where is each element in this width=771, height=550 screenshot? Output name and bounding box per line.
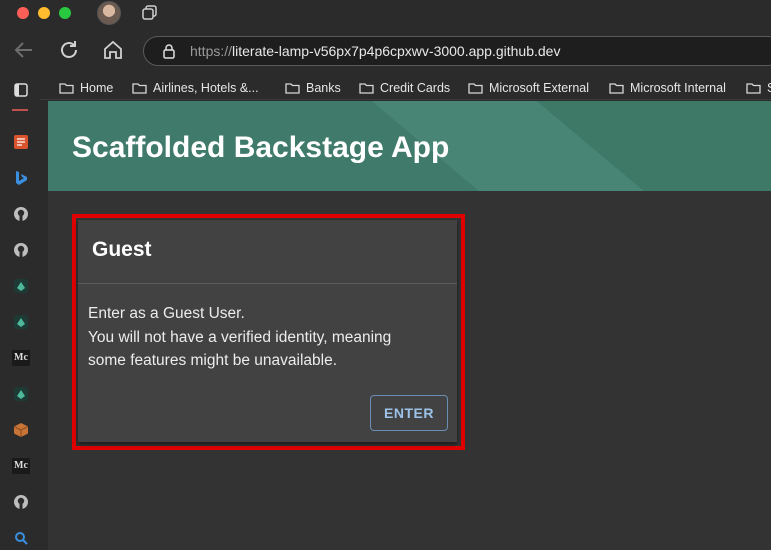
codespaces-icon[interactable] (13, 278, 29, 294)
bookmark-label: Airlines, Hotels &... (153, 81, 259, 95)
search-icon[interactable] (13, 530, 29, 546)
github-icon[interactable] (13, 206, 29, 222)
folder-icon (132, 83, 147, 94)
folder-icon (746, 83, 761, 94)
enter-button[interactable]: ENTER (370, 395, 448, 431)
page-content: Scaffolded Backstage App Guest Enter as … (48, 101, 771, 550)
medium-icon[interactable]: Mc (12, 458, 30, 474)
page-title: Scaffolded Backstage App (72, 131, 450, 164)
home-icon[interactable] (101, 38, 125, 62)
tab-indicator (12, 109, 28, 111)
card-divider (78, 283, 457, 284)
close-window-button[interactable] (17, 7, 29, 19)
lock-icon[interactable] (161, 43, 177, 59)
back-arrow-icon[interactable] (12, 38, 36, 62)
reload-icon[interactable] (57, 38, 81, 62)
bookmark-label: Microsoft Internal (630, 81, 726, 95)
bookmark-label: Microsoft External (489, 81, 590, 95)
box-icon[interactable] (13, 422, 29, 438)
bookmark-label: Credit Cards (380, 81, 451, 95)
codespaces-icon[interactable] (13, 314, 29, 330)
github-icon[interactable] (13, 242, 29, 258)
guest-sign-in-card: Guest Enter as a Guest User. You will no… (78, 220, 457, 442)
tabs-icon[interactable] (13, 82, 29, 98)
url-protocol: https:// (190, 43, 233, 59)
address-bar[interactable]: https://literate-lamp-v56px7p4p6cpxwv-30… (143, 36, 771, 66)
url-host: literate-lamp-v56px7p4p6cpxwv-3000.app.g… (232, 43, 561, 59)
vertical-tabs-sidebar: Mc Mc (0, 76, 40, 550)
codespaces-icon[interactable] (13, 386, 29, 402)
bookmark-label: Banks (306, 81, 341, 95)
github-icon[interactable] (13, 494, 29, 510)
browser-navbar: https://literate-lamp-v56px7p4p6cpxwv-30… (0, 26, 771, 76)
card-title: Guest (92, 238, 152, 261)
folder-icon (609, 83, 624, 94)
folder-icon (468, 83, 483, 94)
url-text: https://literate-lamp-v56px7p4p6cpxwv-30… (190, 43, 560, 59)
bookmark-label: Home (80, 81, 114, 95)
window-titlebar (0, 0, 771, 26)
maximize-window-button[interactable] (59, 7, 71, 19)
bookmark-airlines-hotels[interactable]: Airlines, Hotels &... (132, 80, 259, 96)
medium-icon[interactable]: Mc (12, 350, 30, 366)
bookmark-home[interactable]: Home (59, 80, 113, 96)
folder-icon (59, 83, 74, 94)
bookmark-microsoft-external[interactable]: Microsoft External (468, 80, 589, 96)
bookmark-banks[interactable]: Banks (285, 80, 341, 96)
bookmark-credit-cards[interactable]: Credit Cards (359, 80, 450, 96)
minimize-window-button[interactable] (38, 7, 50, 19)
profile-avatar[interactable] (97, 1, 121, 25)
description-line: some features might be unavailable. (88, 352, 338, 369)
app-header: Scaffolded Backstage App (48, 101, 771, 191)
bing-icon[interactable] (13, 170, 29, 186)
folder-icon (359, 83, 374, 94)
notes-icon[interactable] (13, 134, 29, 150)
description-line: Enter as a Guest User. (88, 305, 245, 322)
bookmark-microsoft-internal[interactable]: Microsoft Internal (609, 80, 726, 96)
workspaces-icon[interactable] (141, 4, 159, 22)
description-line: You will not have a verified identity, m… (88, 328, 392, 346)
bookmarks-bar: Home Airlines, Hotels &... Banks Credit … (0, 76, 771, 100)
bookmark-label: S (767, 81, 771, 95)
card-description: Enter as a Guest User. You will not have… (88, 302, 448, 373)
bookmark-overflow[interactable]: S (746, 80, 771, 96)
folder-icon (285, 83, 300, 94)
